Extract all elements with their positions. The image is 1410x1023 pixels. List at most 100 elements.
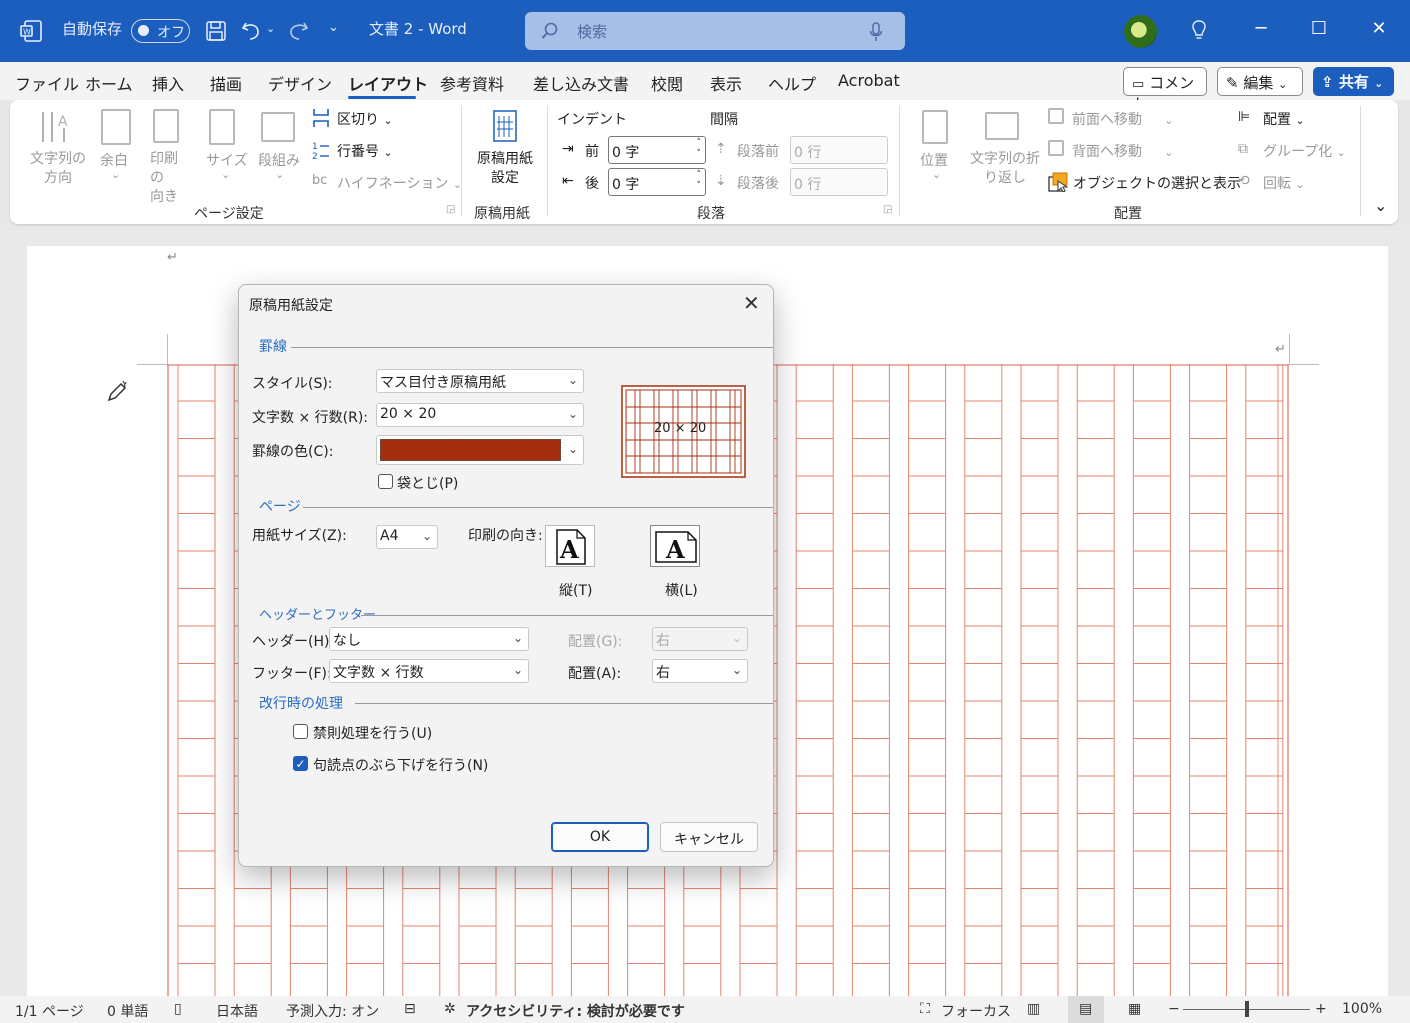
kinsoku-checkbox[interactable] [293,724,308,739]
align-button[interactable]: 配置 ⌄ [1263,109,1305,129]
proofing-icon[interactable]: ▯ [174,1001,182,1017]
chevron-down-icon: ⌄ [1295,114,1304,127]
paper-size-select[interactable]: A4⌄ [376,525,438,549]
redo-icon[interactable] [286,20,310,42]
group-button[interactable]: グループ化 ⌄ [1263,141,1346,161]
color-label: 罫線の色(C): [252,441,333,461]
rotate-button[interactable]: 回転 ⌄ [1263,173,1305,193]
tab-acrobat[interactable]: Acrobat [838,71,900,90]
text-direction-button[interactable]: 文字列の 方向 [28,150,88,188]
tab-home[interactable]: ホーム [85,71,133,95]
undo-icon[interactable] [240,20,264,42]
tab-references[interactable]: 参考資料 [440,71,504,95]
selection-pane-button[interactable]: オブジェクトの選択と表示 [1073,173,1241,193]
close-icon[interactable]: ✕ [1364,14,1394,44]
align-label: 配置 [1263,112,1291,128]
close-icon[interactable]: ✕ [743,291,760,315]
hyphenation-button[interactable]: ハイフネーション ⌄ [337,173,462,193]
size-button[interactable]: サイズ [206,150,248,170]
send-backward-button[interactable]: 背面へ移動 ⌄ [1072,141,1173,161]
indent-before-value: 0 字 [612,145,639,161]
group-separator [461,106,462,216]
fukuro-checkbox[interactable] [378,474,393,489]
minimize-icon[interactable]: ─ [1246,14,1276,44]
tab-review[interactable]: 校閲 [651,71,683,95]
maximize-icon[interactable]: ☐ [1304,14,1334,44]
accessibility-status[interactable]: アクセシビリティ: 検討が必要です [466,1001,685,1021]
footer-align-select[interactable]: 右⌄ [652,659,748,683]
tab-mailings[interactable]: 差し込み文書 [533,71,629,95]
document-title: 文書 2 - Word [369,18,467,39]
header-align-select[interactable]: 右⌄ [652,627,748,651]
edit-mode-button[interactable]: ✎ 編集 ⌄ [1217,67,1303,96]
margins-button[interactable]: 余白 [100,150,128,170]
ok-button[interactable]: OK [551,822,649,852]
indent-before-input[interactable]: 0 字 ˄˅ [608,136,706,164]
indent-after-input[interactable]: 0 字 ˄˅ [608,168,706,196]
color-select[interactable]: ⌄ [376,435,584,465]
word-count[interactable]: 0 単語 [107,1001,148,1021]
breaks-button[interactable]: 区切り ⌄ [337,109,393,129]
autosave-toggle[interactable]: オフ [131,19,190,43]
dialog-launcher-icon[interactable]: ◲ [446,204,455,215]
portrait-option[interactable]: A [545,525,595,567]
line-numbers-button[interactable]: 行番号 ⌄ [337,141,393,161]
landscape-option[interactable]: A [650,525,700,567]
undo-dropdown-icon[interactable]: ⌄ [266,22,275,35]
microphone-icon[interactable] [869,22,883,42]
avatar[interactable] [1124,15,1157,48]
space-before-input[interactable]: 0 行 [790,136,888,164]
comment-button[interactable]: ▭ コメント [1123,67,1207,96]
collapse-ribbon-icon[interactable]: ⌄ [1374,196,1387,215]
tab-layout[interactable]: レイアウト [348,71,428,95]
tab-view[interactable]: 表示 [710,71,742,95]
tab-draw[interactable]: 描画 [210,71,242,95]
wrap-text-button[interactable]: 文字列の折 り返し [967,150,1043,188]
space-after-input[interactable]: 0 行 [790,168,888,196]
header-select[interactable]: なし⌄ [329,627,529,651]
bring-forward-button[interactable]: 前面へ移動 ⌄ [1072,109,1173,129]
zoom-out-button[interactable]: − [1168,1001,1180,1017]
focus-mode-button[interactable]: フォーカス [941,1001,1011,1021]
paragraph-mark-icon: ↵ [1275,342,1286,357]
tab-help[interactable]: ヘルプ [768,71,816,95]
spinner-icon[interactable]: ˄˅ [697,170,702,192]
orientation-icon [153,109,179,143]
language[interactable]: 日本語 [216,1001,258,1021]
save-icon[interactable] [205,20,227,42]
search-box[interactable]: 検索 [525,12,905,50]
text-prediction[interactable]: 予測入力: オン [286,1001,379,1021]
track-changes-icon[interactable]: ⊟ [404,1001,416,1017]
page-count[interactable]: 1/1 ページ [15,1001,84,1021]
portrait-page-icon: A [555,529,587,565]
position-button[interactable]: 位置 [920,150,948,170]
web-layout-icon[interactable]: ▦ [1128,1001,1141,1017]
zoom-slider-thumb[interactable] [1245,1001,1249,1017]
share-button[interactable]: ⇪ 共有 ⌄ [1313,67,1394,96]
tab-file[interactable]: ファイル [15,71,79,95]
tab-design[interactable]: デザイン [268,71,332,95]
footer-select[interactable]: 文字数 × 行数⌄ [329,659,529,683]
indent-label: インデント [557,109,627,129]
read-mode-icon[interactable]: ▥ [1027,1001,1040,1017]
customize-qat-icon[interactable]: ⌄ [328,20,339,35]
orientation-button[interactable]: 印刷の 向き [150,150,190,207]
checkmark-icon: ✓ [295,757,305,771]
columns-button[interactable]: 段組み [258,150,300,170]
zoom-in-button[interactable]: + [1315,1001,1327,1017]
search-icon [541,22,559,40]
grid-select[interactable]: 20 × 20⌄ [376,403,584,427]
genko-settings-button[interactable]: 原稿用紙 設定 [473,150,537,188]
dialog-launcher-icon[interactable]: ◲ [883,204,892,215]
style-value: マス目付き原稿用紙 [380,375,506,391]
spinner-icon[interactable]: ˄˅ [697,138,702,160]
cancel-button[interactable]: キャンセル [660,822,758,852]
lightbulb-icon[interactable] [1191,20,1207,42]
editor-pen-icon[interactable] [105,380,129,404]
style-select[interactable]: マス目付き原稿用紙⌄ [376,369,584,393]
chevron-down-icon: ⌄ [1278,78,1287,91]
tab-insert[interactable]: 挿入 [152,71,184,95]
zoom-level[interactable]: 100% [1342,1001,1382,1017]
print-layout-icon[interactable]: ▤ [1079,1001,1092,1017]
burasage-checkbox[interactable]: ✓ [293,756,308,771]
